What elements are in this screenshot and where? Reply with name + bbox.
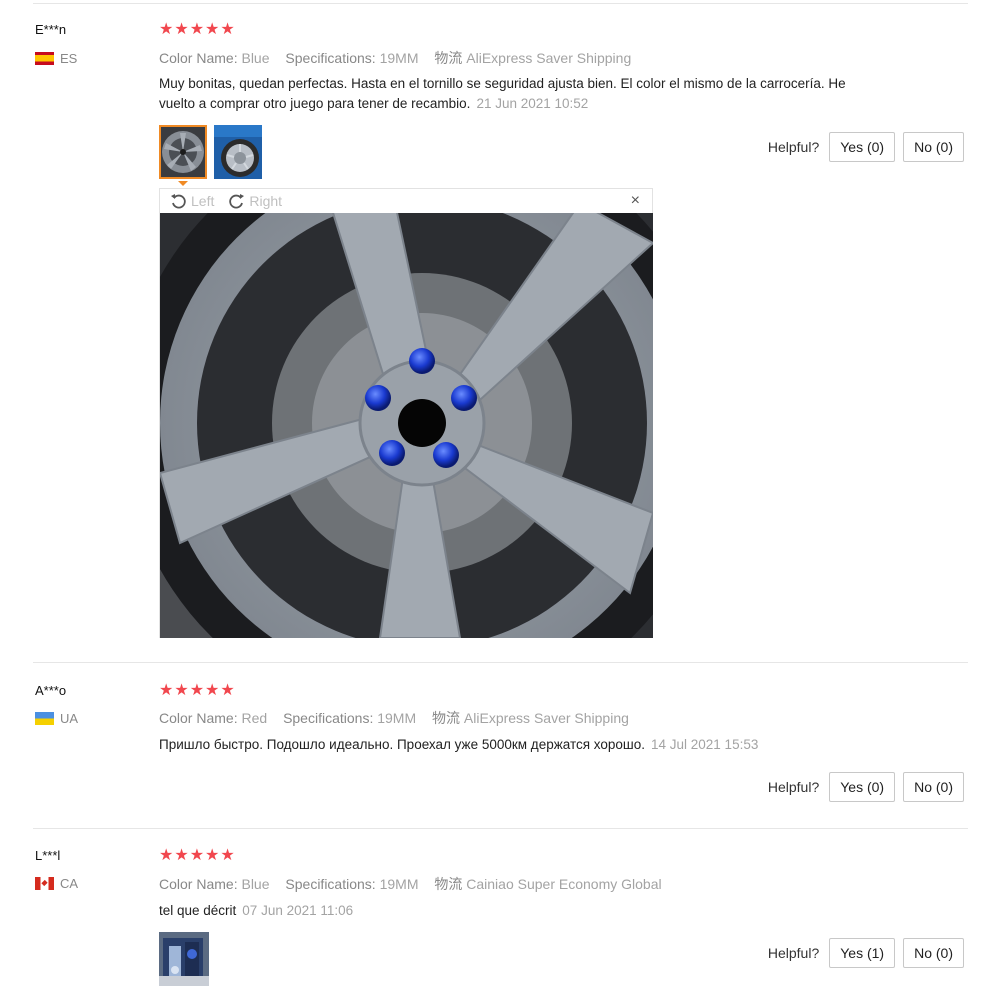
review-attributes: Color Name: Blue Specifications: 19MM 物流… [159,48,643,68]
specifications-value: 19MM [377,710,417,726]
helpful-no-button[interactable]: No (0) [903,132,964,162]
specifications-value: 19MM [379,50,419,66]
rotate-right-button[interactable]: Right [228,193,282,210]
star-rating: ★★★★★ [159,21,236,38]
helpful-no-button[interactable]: No (0) [903,772,964,802]
color-name-value: Blue [241,876,270,892]
close-icon[interactable]: × [631,192,640,210]
specifications-key: Specifications: [285,876,376,892]
country-code: CA [60,876,79,891]
review-photo-thumbnail[interactable] [159,125,207,179]
review-date: 07 Jun 2021 11:06 [242,903,354,918]
country-code: ES [60,51,78,66]
helpful-label: Helpful? [767,779,820,795]
shipping-method: AliExpress Saver Shipping [463,710,629,726]
comment-body: Пришло быстро. Подошло идеально. Проехал… [159,737,645,752]
review-text: Muy bonitas, quedan perfectas. Hasta en … [159,74,859,114]
logistics-key: 物流 [432,710,461,726]
review-text: tel que décrit 07 Jun 2021 11:06 [159,901,859,921]
rotate-right-label: Right [249,193,283,209]
reviewer-country: ES [35,51,77,66]
rotate-left-icon [171,193,186,208]
specifications-key: Specifications: [285,50,376,66]
rotate-right-icon [229,193,245,208]
shipping-method: Cainiao Super Economy Global [466,876,662,892]
helpful-label: Helpful? [767,945,820,961]
shipping-method: AliExpress Saver Shipping [466,50,632,66]
review-photo-thumbnail[interactable] [159,932,209,986]
helpful-voting: Helpful? Yes (1) No (0) [768,938,964,968]
color-name-key: Color Name: [159,876,238,892]
color-name-value: Red [241,710,268,726]
reviewer-name: E***n [35,22,67,37]
spain-flag-icon [35,52,54,65]
color-name-key: Color Name: [159,710,238,726]
comment-body: tel que décrit [159,903,237,918]
rotate-left-label: Left [191,193,215,209]
review-text: Пришло быстро. Подошло идеально. Проехал… [159,735,879,755]
rotate-left-button[interactable]: Left [170,193,214,210]
review-photo-thumbnail[interactable] [214,125,262,179]
review-date: 21 Jun 2021 10:52 [476,96,589,111]
logistics-key: 物流 [434,876,463,892]
photo-viewer: Left Right × [159,188,653,638]
star-rating: ★★★★★ [159,682,236,699]
color-name-key: Color Name: [159,50,238,66]
reviewer-country: CA [35,876,78,891]
ukraine-flag-icon [35,712,54,725]
active-thumbnail-caret [178,181,188,186]
helpful-label: Helpful? [767,139,820,155]
specifications-key: Specifications: [283,710,374,726]
review-photo-large [160,213,653,638]
viewer-toolbar: Left Right × [160,189,652,213]
helpful-yes-button[interactable]: Yes (0) [829,772,896,802]
review-date: 14 Jul 2021 15:53 [651,737,759,752]
divider [33,3,968,4]
helpful-voting: Helpful? Yes (0) No (0) [768,132,964,162]
specifications-value: 19MM [379,876,419,892]
canada-flag-icon [35,877,54,890]
reviewer-name: A***o [35,683,67,698]
color-name-value: Blue [241,50,270,66]
star-rating: ★★★★★ [159,847,236,864]
helpful-yes-button[interactable]: Yes (1) [829,938,896,968]
reviewer-name: L***l [35,848,61,863]
review-attributes: Color Name: Blue Specifications: 19MM 物流… [159,874,674,894]
review-attributes: Color Name: Red Specifications: 19MM 物流 … [159,708,641,728]
divider [33,828,968,829]
helpful-voting: Helpful? Yes (0) No (0) [768,772,964,802]
divider [33,662,968,663]
reviewer-country: UA [35,711,78,726]
country-code: UA [60,711,79,726]
helpful-yes-button[interactable]: Yes (0) [829,132,896,162]
logistics-key: 物流 [434,50,463,66]
helpful-no-button[interactable]: No (0) [903,938,964,968]
